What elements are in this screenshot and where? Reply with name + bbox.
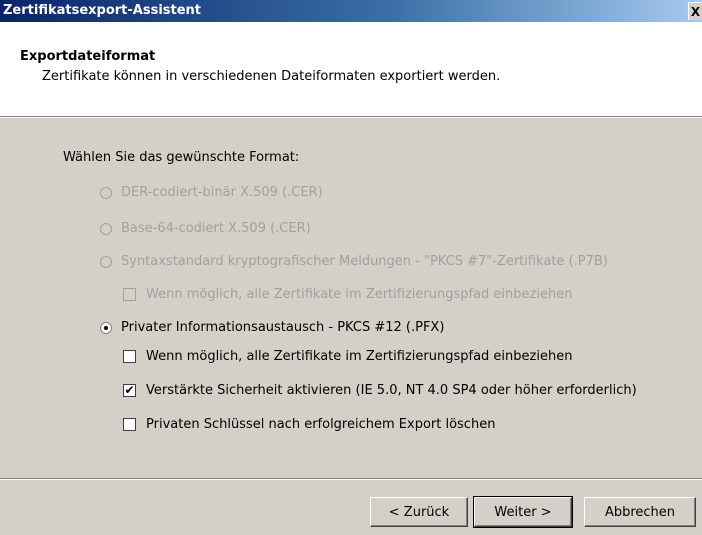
back-button[interactable]: < Zurück bbox=[370, 497, 468, 527]
radio-button[interactable] bbox=[100, 222, 112, 235]
checkbox-delete-private-key[interactable]: Privaten Schlüssel nach erfolgreichem Ex… bbox=[123, 417, 495, 432]
radio-pkcs7[interactable]: Syntaxstandard kryptografischer Meldunge… bbox=[100, 254, 608, 269]
checkbox-label: Privaten Schlüssel nach erfolgreichem Ex… bbox=[146, 417, 496, 432]
radio-label: Privater Informationsaustausch - PKCS #1… bbox=[121, 320, 445, 335]
checkbox-enhanced-security[interactable]: ✔ Verstärkte Sicherheit aktivieren (IE 5… bbox=[123, 383, 637, 398]
close-button[interactable]: X bbox=[688, 2, 702, 20]
radio-label: Syntaxstandard kryptografischer Meldunge… bbox=[121, 254, 608, 269]
close-icon: X bbox=[690, 5, 701, 19]
radio-label: Base-64-codiert X.509 (.CER) bbox=[121, 221, 311, 236]
footer-separator bbox=[0, 478, 702, 480]
checkbox-label: Wenn möglich, alle Zertifikate im Zertif… bbox=[146, 349, 573, 364]
page-subtitle: Zertifikate können in verschiedenen Date… bbox=[42, 69, 501, 84]
radio-pfx[interactable]: Privater Informationsaustausch - PKCS #1… bbox=[100, 320, 444, 335]
checkbox[interactable] bbox=[123, 288, 136, 301]
page-title: Exportdateiformat bbox=[20, 49, 156, 64]
radio-der[interactable]: DER-codiert-binär X.509 (.CER) bbox=[100, 185, 323, 200]
radio-label: DER-codiert-binär X.509 (.CER) bbox=[121, 185, 323, 200]
wizard-header: Exportdateiformat Zertifikate können in … bbox=[0, 22, 702, 116]
checkbox-p7b-include-all[interactable]: Wenn möglich, alle Zertifikate im Zertif… bbox=[123, 287, 572, 302]
title-bar[interactable]: Zertifikatsexport-Assistent X bbox=[0, 0, 702, 22]
cancel-button[interactable]: Abbrechen bbox=[584, 497, 696, 527]
radio-button[interactable] bbox=[100, 186, 112, 199]
checkbox[interactable] bbox=[123, 418, 136, 431]
next-button[interactable]: Weiter > bbox=[473, 496, 573, 528]
checkbox[interactable] bbox=[123, 350, 136, 363]
checkmark-icon: ✔ bbox=[124, 383, 135, 397]
format-prompt: Wählen Sie das gewünschte Format: bbox=[63, 150, 300, 165]
radio-base64[interactable]: Base-64-codiert X.509 (.CER) bbox=[100, 221, 311, 236]
checkbox[interactable]: ✔ bbox=[123, 384, 136, 397]
checkbox-label: Verstärkte Sicherheit aktivieren (IE 5.0… bbox=[146, 383, 637, 398]
header-separator bbox=[0, 116, 702, 118]
radio-button[interactable] bbox=[100, 255, 112, 268]
checkbox-label: Wenn möglich, alle Zertifikate im Zertif… bbox=[146, 287, 573, 302]
radio-button[interactable] bbox=[100, 321, 112, 334]
checkbox-pfx-include-all[interactable]: Wenn möglich, alle Zertifikate im Zertif… bbox=[123, 349, 572, 364]
window-title: Zertifikatsexport-Assistent bbox=[3, 3, 202, 18]
